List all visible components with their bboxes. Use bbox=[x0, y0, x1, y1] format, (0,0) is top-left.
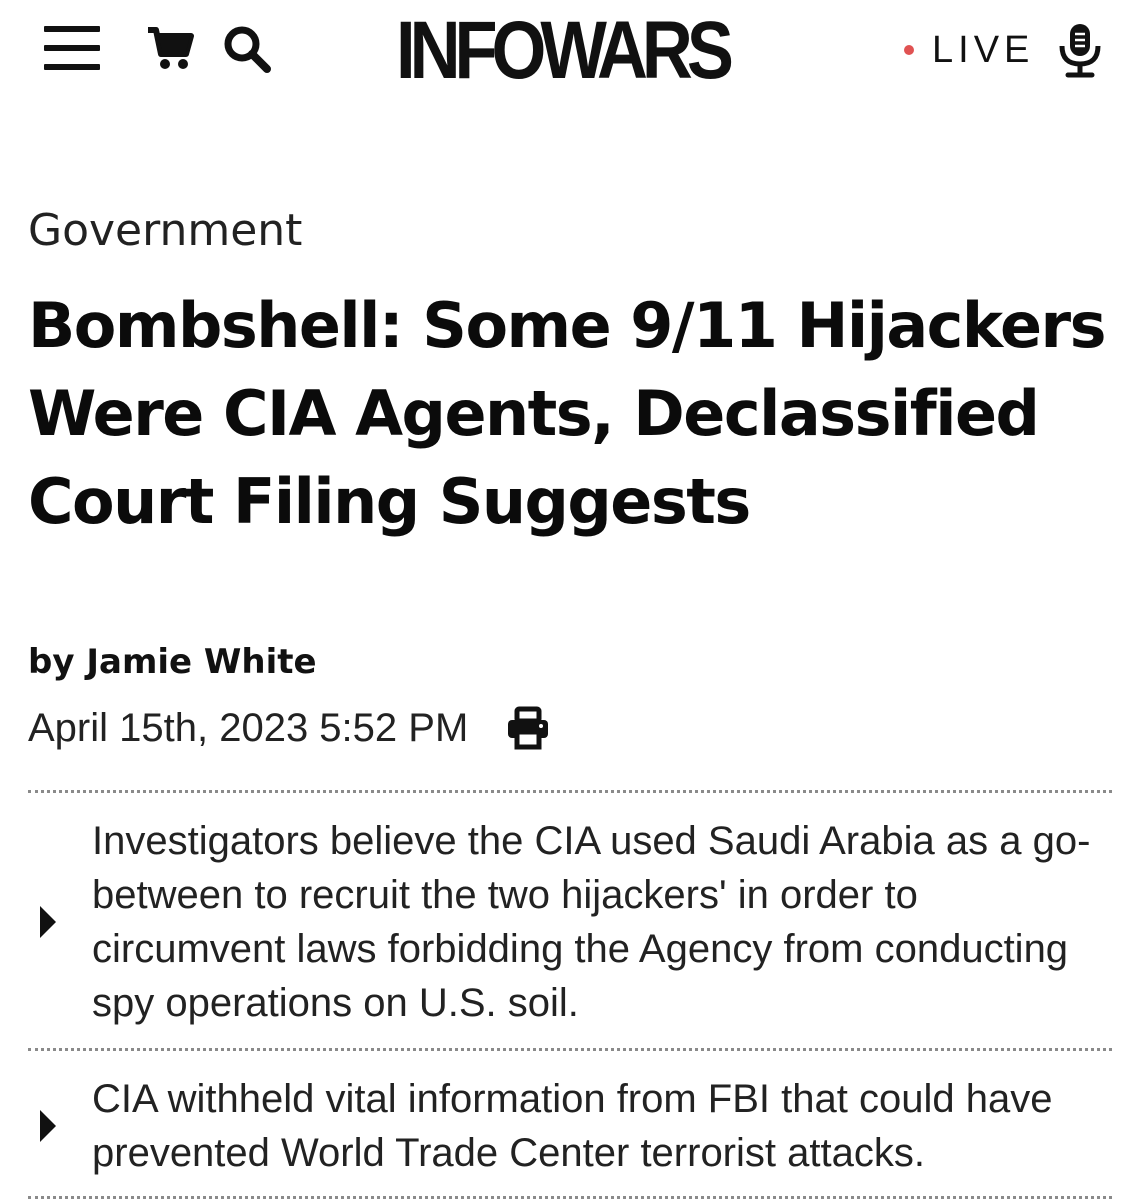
menu-icon[interactable] bbox=[44, 26, 100, 70]
cart-icon[interactable] bbox=[146, 24, 194, 72]
article-dateline: April 15th, 2023 5:52 PM bbox=[28, 700, 550, 756]
microphone-icon[interactable] bbox=[1056, 22, 1104, 78]
divider bbox=[28, 1196, 1112, 1199]
site-logo[interactable]: INFOWARS bbox=[396, 6, 734, 96]
byline-prefix: by bbox=[28, 642, 75, 682]
search-icon[interactable] bbox=[222, 24, 272, 74]
summary-bullet-text: Investigators believe the CIA used Saudi… bbox=[92, 819, 1091, 1025]
byline: by Jamie White bbox=[28, 638, 317, 686]
divider bbox=[28, 1048, 1112, 1051]
site-header: INFOWARS LIVE bbox=[0, 0, 1140, 100]
summary-bullet: CIA withheld vital information from FBI … bbox=[28, 1072, 1112, 1182]
bullet-arrow-icon bbox=[40, 906, 56, 938]
summary-bullet-text: CIA withheld vital information from FBI … bbox=[92, 1077, 1053, 1175]
live-button[interactable]: LIVE bbox=[904, 28, 1034, 72]
article-headline: Bombshell: Some 9/11 Hijackers Were CIA … bbox=[28, 289, 1107, 538]
summary-bullet: Investigators believe the CIA used Saudi… bbox=[28, 814, 1112, 1030]
author-link[interactable]: Jamie White bbox=[86, 642, 316, 682]
bullet-arrow-icon bbox=[40, 1110, 56, 1142]
article-category-link[interactable]: Government bbox=[28, 200, 302, 262]
divider bbox=[28, 790, 1112, 793]
live-indicator-dot bbox=[904, 45, 914, 55]
print-icon[interactable] bbox=[506, 706, 550, 750]
live-label: LIVE bbox=[932, 28, 1035, 71]
publish-date: April 15th, 2023 5:52 PM bbox=[28, 705, 469, 750]
